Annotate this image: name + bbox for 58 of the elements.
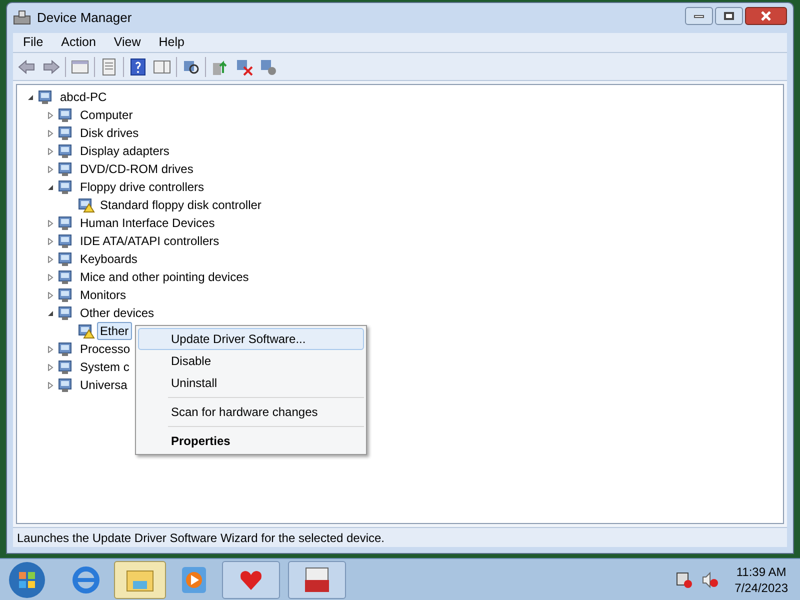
tree-item[interactable]: Ether [97, 322, 132, 340]
collapsed-arrow-icon[interactable] [46, 130, 54, 136]
context-menu-item[interactable]: Scan for hardware changes [138, 401, 364, 423]
explorer-taskbar-button[interactable] [114, 560, 166, 598]
heart-app-taskbar-button[interactable] [222, 560, 280, 598]
tree-item[interactable]: DVD/CD-ROM drives [77, 160, 196, 178]
context-menu-item[interactable]: Uninstall [138, 372, 364, 394]
collapsed-arrow-icon[interactable] [46, 382, 54, 388]
tree-item[interactable]: Display adapters [77, 142, 172, 160]
tree-item[interactable]: Keyboards [77, 250, 140, 268]
menu-item[interactable]: View [106, 33, 149, 52]
context-menu-item[interactable]: Disable [138, 350, 364, 372]
toolbox-icon [302, 566, 332, 594]
collapsed-arrow-icon[interactable] [46, 274, 54, 280]
tree-item[interactable]: Human Interface Devices [77, 214, 218, 232]
collapsed-arrow-icon[interactable] [46, 220, 54, 226]
network-error-icon[interactable] [674, 570, 693, 588]
context-menu-item[interactable]: Update Driver Software... [138, 328, 364, 350]
clock-date[interactable]: 7/24/2023 [734, 580, 788, 596]
tree-item[interactable]: Monitors [77, 286, 130, 304]
menu-item[interactable]: Help [150, 33, 192, 52]
tree-item[interactable]: Mice and other pointing devices [77, 268, 252, 286]
expanded-arrow-icon[interactable] [26, 94, 34, 100]
tree-item[interactable]: Standard floppy disk controller [97, 196, 264, 214]
close-button[interactable] [745, 7, 787, 25]
window-title: Device Manager [37, 9, 133, 28]
expanded-arrow-icon[interactable] [46, 184, 54, 190]
expanded-arrow-icon[interactable] [46, 310, 54, 316]
tree-item[interactable]: Universa [77, 376, 130, 394]
start-button-icon[interactable] [8, 560, 46, 598]
collapsed-arrow-icon[interactable] [46, 292, 54, 298]
device-manager-taskbar-button[interactable] [288, 560, 346, 598]
menu-item[interactable]: Action [53, 33, 104, 52]
status-bar: Launches the Update Driver Software Wizard for the selected device. [13, 527, 787, 547]
collapsed-arrow-icon[interactable] [46, 364, 54, 370]
tree-item[interactable]: Processo [77, 340, 134, 358]
maximize-button[interactable] [715, 7, 743, 25]
tree-item[interactable]: Other devices [77, 304, 158, 322]
minimize-button[interactable] [685, 7, 713, 25]
collapsed-arrow-icon[interactable] [46, 148, 54, 154]
device-manager-icon [13, 10, 31, 26]
help-icon[interactable] [128, 56, 148, 76]
collapsed-arrow-icon[interactable] [46, 256, 54, 262]
menu-item[interactable]: File [15, 33, 52, 52]
collapsed-arrow-icon[interactable] [46, 166, 54, 172]
context-menu-item[interactable]: Properties [138, 430, 364, 452]
speaker-muted-icon[interactable] [700, 570, 719, 588]
collapsed-arrow-icon[interactable] [46, 346, 54, 352]
tree-item[interactable]: System c [77, 358, 132, 376]
tree-item[interactable]: Floppy drive controllers [77, 178, 208, 196]
collapsed-arrow-icon[interactable] [46, 112, 54, 118]
clock-time[interactable]: 11:39 AM [736, 564, 786, 580]
collapsed-arrow-icon[interactable] [46, 238, 54, 244]
tree-item[interactable]: Computer [77, 106, 136, 124]
tree-item[interactable]: Disk drives [77, 124, 142, 142]
tree-item[interactable]: abcd-PC [57, 88, 110, 106]
close-icon [761, 11, 771, 21]
tree-item[interactable]: IDE ATA/ATAPI controllers [77, 232, 222, 250]
